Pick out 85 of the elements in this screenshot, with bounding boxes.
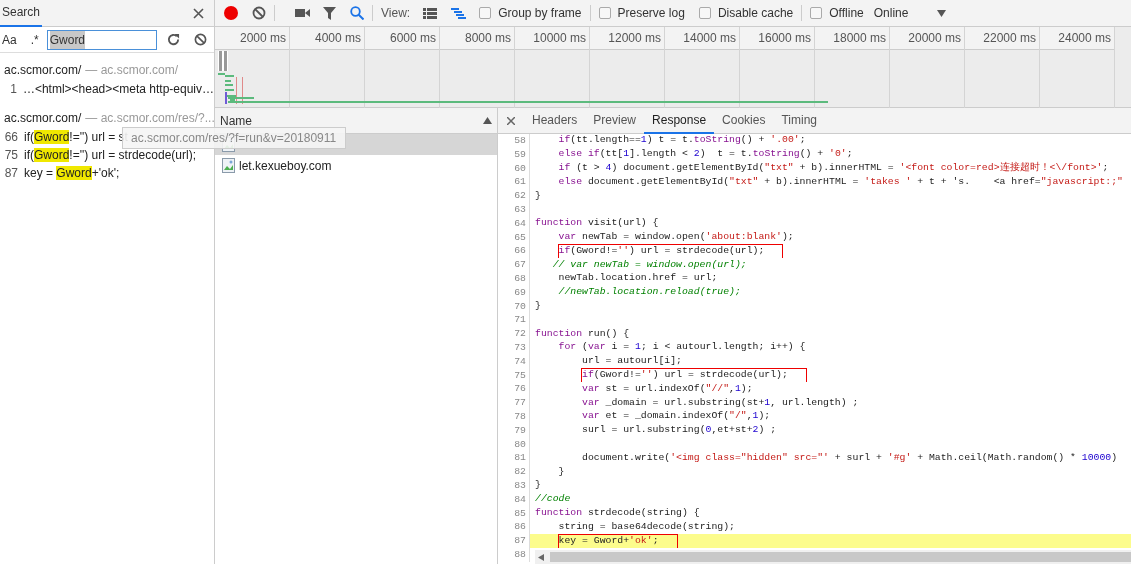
list-view-icon[interactable] [423, 7, 438, 19]
checkbox[interactable] [698, 7, 711, 19]
checkbox[interactable] [479, 7, 492, 19]
filter-icon[interactable] [323, 6, 336, 20]
record-button[interactable] [224, 6, 238, 20]
code-line: if (t > 4) document.getElementById("txt" + b).innerHTML = '<font color=red>连接超时！<\/font>'; [558, 162, 1109, 175]
line-number: 87 [4, 165, 18, 182]
tick-label: 20000 ms [908, 30, 961, 47]
search-field[interactable]: Gword [46, 29, 157, 50]
code-line: function visit(url) { [535, 217, 659, 231]
clear-icon[interactable] [193, 33, 207, 46]
horizontal-scrollbar[interactable] [535, 550, 1131, 564]
close-icon[interactable] [507, 116, 515, 125]
line-number: 87 [498, 534, 530, 548]
refresh-icon[interactable] [166, 33, 180, 46]
file-url: — ac.scmor.com/ [85, 62, 179, 79]
code-line: else if(tt[1].length < 2) t = t.toString() + '0'; [558, 148, 853, 162]
throttling-value[interactable]: Online [873, 4, 909, 22]
column-header[interactable]: Name [220, 111, 252, 130]
tick-label: 18000 ms [833, 30, 886, 47]
code-line: // var newTab = window.open(url); [552, 258, 747, 272]
file-name[interactable]: ac.scmor.com/ [4, 61, 82, 79]
view-label: View: [381, 5, 411, 22]
tab[interactable]: Cookies [714, 107, 774, 134]
waterfall-view-icon[interactable] [451, 7, 467, 19]
tick-label: 2000 ms [239, 30, 286, 47]
sort-icon[interactable] [483, 117, 492, 124]
code-line: if(Gword!='') url = strdecode(url); [558, 244, 783, 258]
code-line: function strdecode(string) { [535, 506, 700, 520]
tab[interactable]: Preview [585, 107, 645, 134]
image-file-icon [222, 158, 235, 173]
search-result[interactable]: if(Gword!='') url = strdecode(url); [24, 146, 196, 164]
tick-label: 8000 ms [464, 30, 511, 47]
tick-label: 14000 ms [683, 30, 736, 47]
code-line: } [535, 479, 541, 493]
search-result[interactable]: key = Gword+'ok'; [24, 164, 120, 182]
tick-label: 22000 ms [983, 30, 1036, 47]
line-number: 75 [4, 147, 18, 164]
code-line: url = autourl[i]; [582, 355, 682, 369]
option-toggle[interactable]: Aa [2, 30, 17, 49]
code-line: string = base64decode(string); [558, 520, 735, 534]
search-icon[interactable] [350, 6, 364, 20]
code-line: var _domain = url.substring(st+1, url.length) ; [582, 396, 859, 410]
checkbox-label[interactable]: Disable cache [717, 4, 794, 22]
tab[interactable]: Headers [524, 107, 586, 134]
search-result[interactable]: …<html><head><meta http-equiv… [22, 80, 214, 98]
scroll-left-icon[interactable] [538, 553, 544, 561]
tick-label: 16000 ms [758, 30, 811, 47]
code-line: //newTab.location.reload(true); [558, 286, 741, 300]
code-line: newTab.location.href = url; [558, 272, 718, 286]
code-line: surl = url.substring(0,et+st+2) ; [582, 424, 777, 438]
checkbox[interactable] [810, 7, 823, 19]
line-number: 1 [9, 81, 17, 98]
code-line: key = Gword+'ok'; [558, 534, 677, 548]
file-name[interactable]: ac.scmor.com/ [4, 109, 82, 127]
checkbox-label[interactable]: Group by frame [498, 4, 582, 22]
code-line: var et = _domain.indexOf("/",1); [582, 410, 771, 424]
checkbox-label[interactable]: Preserve log [617, 4, 685, 22]
tick-label: 24000 ms [1058, 30, 1111, 47]
code-line: var st = url.indexOf("//",1); [582, 382, 753, 396]
file-url: — ac.scmor.com/res/?... [85, 110, 215, 127]
code-line: } [535, 299, 541, 313]
tick-label: 12000 ms [608, 30, 661, 47]
code-line: //code [535, 493, 571, 507]
code-line: var newTab = window.open('about:blank'); [558, 230, 794, 244]
video-camera-icon[interactable] [295, 8, 310, 18]
checkbox-label[interactable]: Offline [829, 4, 864, 22]
close-icon[interactable] [193, 7, 204, 19]
tick-label: 10000 ms [533, 30, 586, 47]
code-line: } [558, 465, 565, 479]
tick-label: 6000 ms [389, 30, 436, 47]
code-line: for (var i = 1; i < autourl.length; i++) { [558, 341, 806, 355]
line-number: 66 [4, 129, 18, 146]
dropdown-caret-icon[interactable] [937, 9, 947, 17]
code-line: else document.getElementById("txt" + b).innerHTML = 'takes ' + t + 's. <a href="javascript:;" [558, 175, 1123, 189]
option-toggle[interactable]: .* [30, 30, 39, 49]
code-line: document.write('<img class="hidden" src="' + surl + '#g' + Math.ceil(Math.random() * 10000) [582, 451, 1118, 465]
code-line: if(Gword!='') url = strdecode(url); [582, 368, 806, 382]
tab[interactable]: Timing [773, 107, 825, 134]
tick-label: 4000 ms [314, 30, 361, 47]
code-line: } [535, 189, 541, 203]
code-line: if(tt.length==1) t = t.toString() + '.00'; [558, 134, 806, 148]
clear-icon[interactable] [252, 6, 266, 20]
code-line: function run() { [535, 327, 630, 341]
checkbox[interactable] [598, 7, 611, 19]
